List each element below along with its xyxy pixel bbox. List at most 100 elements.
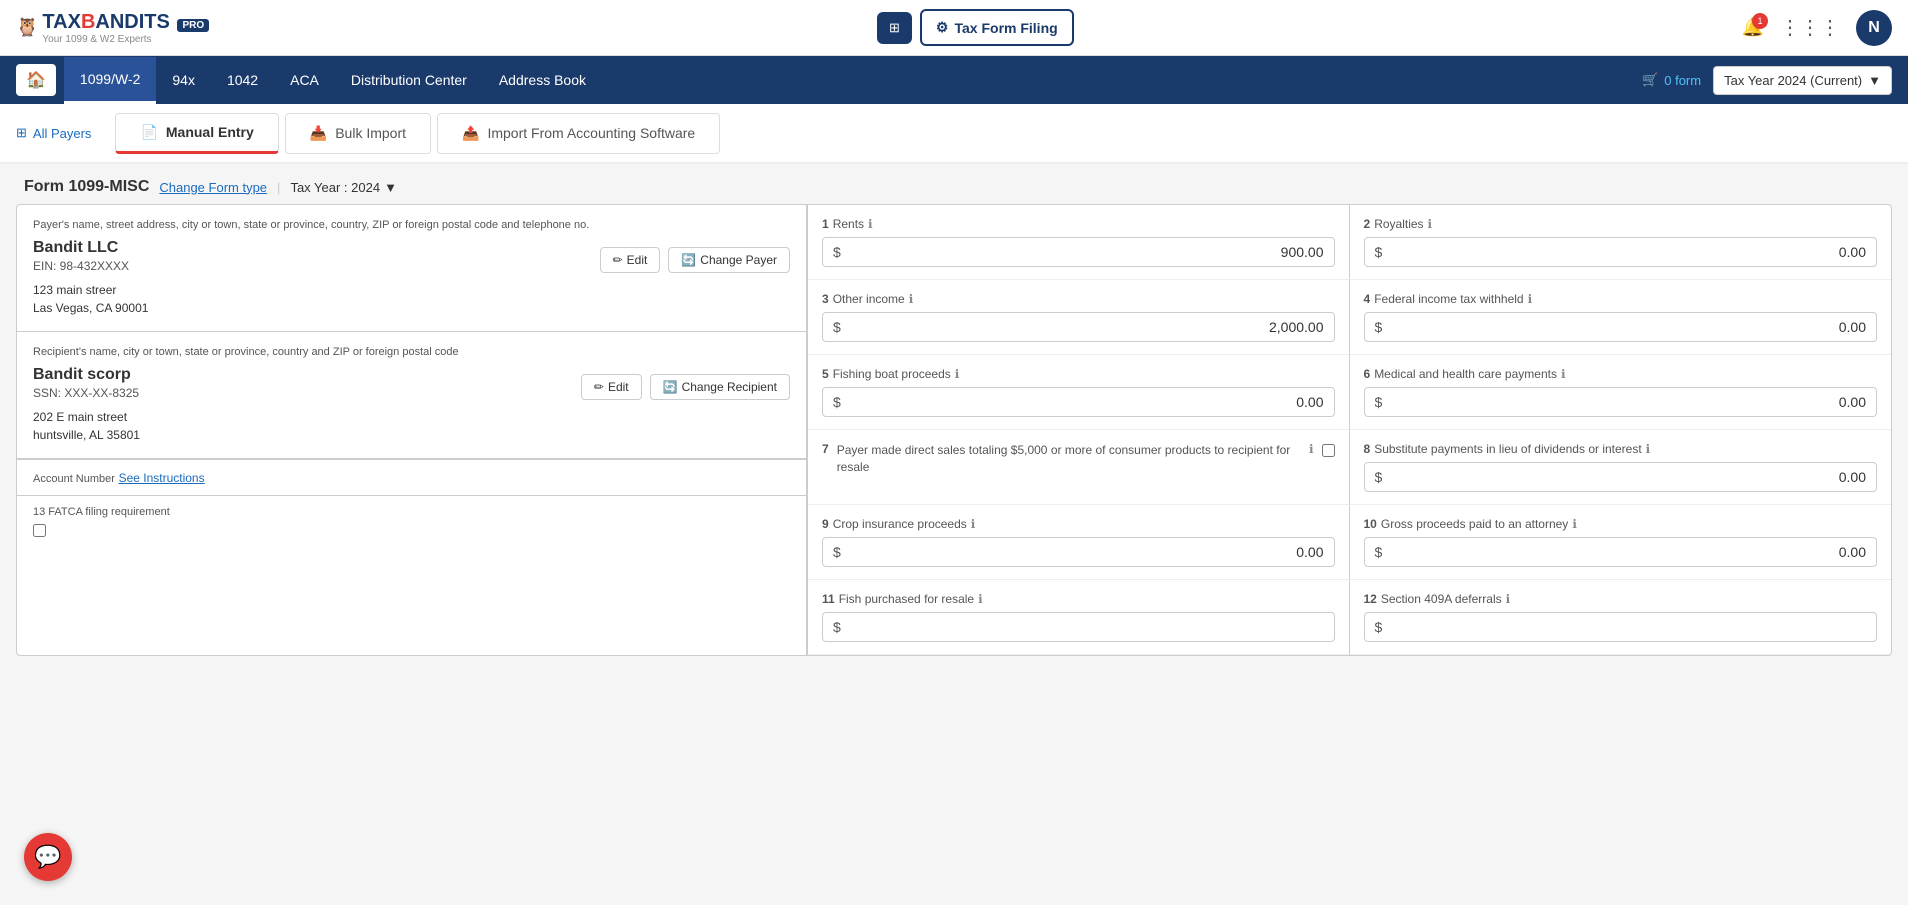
change-form-type-link[interactable]: Change Form type (159, 180, 267, 195)
nav-item-distribution-center[interactable]: Distribution Center (335, 58, 483, 102)
royalties-info-icon[interactable]: ℹ (1428, 217, 1433, 231)
fish-info-icon[interactable]: ℹ (978, 592, 983, 606)
nav-home-button[interactable]: 🏠 (16, 64, 56, 96)
cart-link[interactable]: 0 form (1664, 73, 1701, 88)
field-substitute-label: 8 Substitute payments in lieu of dividen… (1364, 442, 1878, 456)
import-accounting-icon: 📤 (462, 125, 479, 142)
crop-input[interactable] (849, 544, 1324, 560)
crop-info-icon[interactable]: ℹ (971, 517, 976, 531)
field-fish-label: 11 Fish purchased for resale ℹ (822, 592, 1335, 606)
field-royalties-label: 2 Royalties ℹ (1364, 217, 1878, 231)
field-fishing-boat-label: 5 Fishing boat proceeds ℹ (822, 367, 1335, 381)
tax-form-icon: ⚙ (936, 19, 949, 36)
gross-info-icon[interactable]: ℹ (1572, 517, 1577, 531)
payer-section: Payer's name, street address, city or to… (17, 205, 806, 332)
avatar[interactable]: N (1856, 10, 1892, 46)
import-accounting-label: Import From Accounting Software (487, 125, 695, 141)
recipient-address: 202 E main street huntsville, AL 35801 (33, 408, 140, 444)
tab-bulk-import[interactable]: 📥 Bulk Import (285, 113, 431, 154)
rents-input[interactable] (849, 244, 1324, 260)
recipient-section-label: Recipient's name, city or town, state or… (33, 346, 790, 358)
see-instructions-link[interactable]: See Instructions (119, 471, 205, 485)
form-title: Form 1099-MISC (24, 178, 149, 196)
gross-input[interactable] (1390, 544, 1866, 560)
recipient-edit-icon: ✏ (594, 380, 604, 394)
payer-section-label: Payer's name, street address, city or to… (33, 219, 790, 231)
other-income-input[interactable] (849, 319, 1324, 335)
tab-import-accounting[interactable]: 📤 Import From Accounting Software (437, 113, 720, 154)
change-payer-icon: 🔄 (681, 253, 696, 267)
royalties-input-wrapper: $ (1364, 237, 1878, 267)
all-payers-link[interactable]: ⊞ All Payers (16, 125, 91, 141)
direct-sales-checkbox-row: 7 Payer made direct sales totaling $5,00… (822, 442, 1335, 476)
header-right: 🔔 1 ⋮⋮⋮ N (1742, 10, 1892, 46)
change-recipient-icon: 🔄 (663, 380, 678, 394)
manual-entry-icon: 📄 (140, 124, 157, 141)
crop-input-wrapper: $ (822, 537, 1335, 567)
field-section-409a: 12 Section 409A deferrals ℹ $ (1350, 580, 1892, 655)
substitute-input-wrapper: $ (1364, 462, 1878, 492)
fatca-label: 13 FATCA filing requirement (33, 506, 790, 518)
direct-sales-info-icon[interactable]: ℹ (1309, 442, 1314, 456)
substitute-input[interactable] (1390, 469, 1866, 485)
tax-form-filing-button[interactable]: ⚙ Tax Form Filing (920, 9, 1074, 46)
manual-entry-label: Manual Entry (166, 124, 254, 140)
pipe-divider: | (277, 180, 280, 195)
field-medical: 6 Medical and health care payments ℹ $ (1350, 355, 1892, 430)
409a-info-icon[interactable]: ℹ (1506, 592, 1511, 606)
federal-tax-info-icon[interactable]: ℹ (1528, 292, 1533, 306)
field-substitute-payments: 8 Substitute payments in lieu of dividen… (1350, 430, 1892, 505)
payer-edit-button[interactable]: ✏ Edit (600, 247, 661, 273)
fish-input[interactable] (849, 619, 1324, 635)
recipient-edit-button[interactable]: ✏ Edit (581, 374, 642, 400)
cart-area: 🛒 0 form (1642, 72, 1701, 88)
dashboard-button[interactable]: ⊞ (877, 12, 912, 44)
tax-year-select[interactable]: Tax Year 2024 (Current) ▼ (1713, 66, 1892, 95)
field-royalties: 2 Royalties ℹ $ (1350, 205, 1892, 280)
recipient-actions: ✏ Edit 🔄 Change Recipient (581, 374, 790, 400)
payer-address-line1: 123 main streer (33, 283, 116, 297)
royalties-input[interactable] (1390, 244, 1866, 260)
recipient-address-line1: 202 E main street (33, 410, 127, 424)
change-recipient-button[interactable]: 🔄 Change Recipient (650, 374, 790, 400)
other-income-info-icon[interactable]: ℹ (909, 292, 914, 306)
fatca-checkbox-row (33, 524, 790, 537)
top-header: 🦉 TAXBANDITS PRO Your 1099 & W2 Experts … (0, 0, 1908, 56)
payer-name: Bandit LLC (33, 239, 148, 257)
nav-item-aca[interactable]: ACA (274, 58, 335, 102)
fishing-boat-input[interactable] (849, 394, 1324, 410)
rents-input-wrapper: $ (822, 237, 1335, 267)
chat-button[interactable]: 💬 (24, 833, 72, 881)
change-payer-button[interactable]: 🔄 Change Payer (668, 247, 790, 273)
nav-item-94x[interactable]: 94x (156, 58, 211, 102)
nav-item-1042[interactable]: 1042 (211, 58, 274, 102)
field-rents: 1 Rents ℹ $ (808, 205, 1350, 280)
field-federal-tax: 4 Federal income tax withheld ℹ $ (1350, 280, 1892, 355)
fishing-boat-info-icon[interactable]: ℹ (955, 367, 960, 381)
field-other-income-label: 3 Other income ℹ (822, 292, 1335, 306)
federal-tax-input[interactable] (1390, 319, 1866, 335)
chat-icon: 💬 (34, 844, 61, 870)
notification-button[interactable]: 🔔 1 (1742, 17, 1764, 38)
direct-sales-checkbox[interactable] (1322, 444, 1335, 457)
fatca-section: 13 FATCA filing requirement (17, 495, 806, 547)
nav-item-address-book[interactable]: Address Book (483, 58, 602, 102)
409a-input[interactable] (1390, 619, 1866, 635)
field-fish-purchased: 11 Fish purchased for resale ℹ $ (808, 580, 1350, 655)
fields-grid: 1 Rents ℹ $ 2 Royalties ℹ $ (807, 205, 1891, 655)
bulk-import-label: Bulk Import (335, 125, 406, 141)
rents-info-icon[interactable]: ℹ (868, 217, 873, 231)
sub-header: ⊞ All Payers 📄 Manual Entry 📥 Bulk Impor… (0, 104, 1908, 164)
field-gross-proceeds: 10 Gross proceeds paid to an attorney ℹ … (1350, 505, 1892, 580)
nav-item-1099-w2[interactable]: 1099/W-2 (64, 57, 156, 104)
gross-input-wrapper: $ (1364, 537, 1878, 567)
form-tax-year[interactable]: Tax Year : 2024 ▼ (290, 180, 397, 195)
medical-input[interactable] (1390, 394, 1866, 410)
grid-button[interactable]: ⋮⋮⋮ (1780, 15, 1840, 40)
medical-info-icon[interactable]: ℹ (1561, 367, 1566, 381)
tab-manual-entry[interactable]: 📄 Manual Entry (115, 113, 278, 154)
substitute-info-icon[interactable]: ℹ (1646, 442, 1651, 456)
field-crop-label: 9 Crop insurance proceeds ℹ (822, 517, 1335, 531)
recipient-name: Bandit scorp (33, 366, 140, 384)
fatca-checkbox[interactable] (33, 524, 46, 537)
